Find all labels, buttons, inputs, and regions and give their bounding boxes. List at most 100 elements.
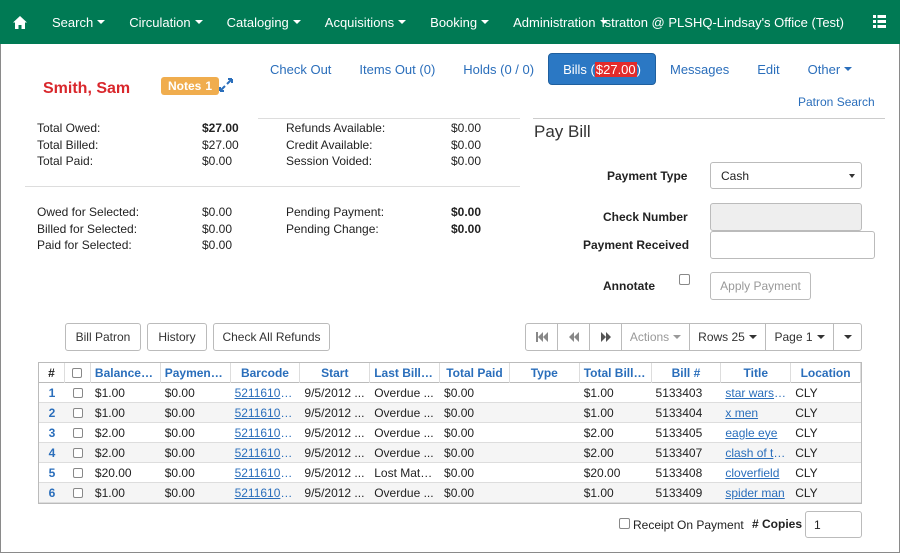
col-header-index: # (39, 362, 65, 383)
refunds-value: $0.00 (451, 121, 482, 135)
table-cell: Overdue ... (374, 385, 434, 400)
row-index: 3 (48, 425, 56, 440)
barcode-link[interactable]: 52116100... (231, 443, 301, 463)
history-button[interactable]: History (147, 323, 207, 351)
grid-header-row: # Balance Owed Payment Pending Barcode S… (39, 362, 862, 383)
title-link[interactable]: cloverfield (721, 463, 791, 483)
col-header-total-paid[interactable]: Total Paid (440, 362, 510, 383)
select-all-checkbox[interactable] (65, 362, 91, 383)
nav-booking[interactable]: Booking (418, 0, 501, 44)
table-cell: 5133407 (655, 445, 703, 460)
tab-other[interactable]: Other (794, 53, 867, 85)
title-link[interactable]: eagle eye (721, 423, 791, 443)
check-number-input[interactable] (710, 203, 862, 231)
col-header-payment-pending[interactable]: Payment Pending (161, 362, 231, 383)
nav-circulation[interactable]: Circulation (117, 0, 214, 44)
table-row[interactable]: 5 $20.00 $0.00 52116100... 9/5/2012 ... Lost … (39, 463, 861, 483)
title-link[interactable]: star wars ... (721, 383, 791, 403)
table-cell (510, 463, 580, 483)
home-icon[interactable] (0, 0, 40, 44)
table-cell: $2.00 (94, 425, 125, 440)
barcode-link[interactable]: 52116100... (231, 483, 301, 503)
row-checkbox[interactable] (65, 403, 91, 423)
check-all-refunds-button[interactable]: Check All Refunds (213, 323, 330, 351)
bill-patron-button[interactable]: Bill Patron (65, 323, 141, 351)
table-cell: $0.00 (164, 485, 195, 500)
divider (258, 118, 520, 119)
credit-label: Credit Available: (286, 138, 373, 152)
table-row[interactable]: 6 $1.00 $0.00 52116100... 9/5/2012 ... Overdu… (39, 483, 861, 503)
title-link[interactable]: x men (721, 403, 791, 423)
payment-type-label: Payment Type (607, 169, 688, 183)
table-cell: $2.00 (583, 425, 614, 440)
col-header-bill-number[interactable]: Bill # (652, 362, 722, 383)
apply-payment-button[interactable]: Apply Payment (710, 272, 811, 300)
first-page-icon[interactable] (526, 324, 558, 350)
tab-messages[interactable]: Messages (656, 53, 743, 85)
tab-items-out[interactable]: Items Out (0) (345, 53, 449, 85)
barcode-link[interactable]: 52116100... (231, 383, 301, 403)
payment-type-select[interactable]: Cash (710, 162, 862, 189)
column-options-dropdown[interactable] (834, 324, 861, 350)
table-cell: 9/5/2012 ... (304, 485, 365, 500)
table-cell: 9/5/2012 ... (304, 465, 365, 480)
col-header-last-billing-type[interactable]: Last Billing Type (370, 362, 441, 383)
table-cell: 5133408 (655, 465, 703, 480)
row-checkbox[interactable] (65, 383, 91, 403)
table-cell: CLY (795, 445, 818, 460)
page-dropdown[interactable]: Page 1 (766, 324, 834, 350)
row-checkbox[interactable] (65, 463, 91, 483)
pending-change-label: Pending Change: (286, 222, 379, 236)
col-header-balance-owed[interactable]: Balance Owed (91, 362, 161, 383)
col-header-barcode[interactable]: Barcode (231, 362, 301, 383)
bills-amount: $27.00 (594, 61, 637, 77)
barcode-link[interactable]: 52116100... (231, 403, 301, 423)
table-row[interactable]: 3 $2.00 $0.00 52116100... 9/5/2012 ... Overdu… (39, 423, 861, 443)
nav-search[interactable]: Search (40, 0, 117, 44)
billed-selected-value: $0.00 (202, 222, 233, 236)
pending-payment-label: Pending Payment: (286, 205, 385, 219)
barcode-link[interactable]: 52116100... (231, 463, 301, 483)
pay-bill-title: Pay Bill (534, 122, 591, 141)
tab-check-out[interactable]: Check Out (256, 53, 345, 85)
row-checkbox[interactable] (65, 443, 91, 463)
col-header-title[interactable]: Title (721, 362, 792, 383)
nav-cataloging[interactable]: Cataloging (215, 0, 313, 44)
col-header-total-billed[interactable]: Total Billed (580, 362, 652, 383)
next-page-icon[interactable] (590, 324, 622, 350)
table-cell: $0.00 (444, 385, 475, 400)
table-row[interactable]: 2 $1.00 $0.00 52116100... 9/5/2012 ... Overdu… (39, 403, 861, 423)
table-row[interactable]: 4 $2.00 $0.00 52116100... 9/5/2012 ... Overdu… (39, 443, 861, 463)
table-cell (510, 483, 580, 503)
annotate-checkbox[interactable] (679, 274, 690, 285)
nav-user-workstation[interactable]: lstratton @ PLSHQ-Lindsay's Office (Test… (602, 0, 844, 44)
table-cell: $1.00 (94, 385, 125, 400)
patron-search-link[interactable]: Patron Search (798, 95, 875, 109)
receipt-on-payment-checkbox[interactable] (619, 518, 630, 529)
tab-edit[interactable]: Edit (743, 53, 793, 85)
tab-holds[interactable]: Holds (0 / 0) (449, 53, 548, 85)
row-checkbox[interactable] (65, 483, 91, 503)
expand-icon[interactable] (218, 77, 234, 96)
col-header-type[interactable]: Type (510, 362, 580, 383)
notes-badge[interactable]: Notes 1 (161, 77, 220, 95)
nav-acquisitions[interactable]: Acquisitions (313, 0, 418, 44)
col-header-start[interactable]: Start (300, 362, 371, 383)
previous-page-icon[interactable] (558, 324, 590, 350)
tab-bills[interactable]: Bills ($27.00) (548, 53, 656, 85)
table-cell: 5133403 (655, 385, 703, 400)
table-cell: Overdue ... (374, 425, 434, 440)
title-link[interactable]: clash of th... (721, 443, 791, 463)
payment-received-input[interactable] (710, 231, 875, 259)
row-checkbox[interactable] (65, 423, 91, 443)
grid-menu-icon[interactable] (873, 15, 886, 31)
rows-dropdown[interactable]: Rows 25 (690, 324, 766, 350)
col-header-location[interactable]: Location (791, 362, 862, 383)
owed-selected-value: $0.00 (202, 205, 233, 219)
actions-dropdown[interactable]: Actions (622, 324, 690, 350)
table-row[interactable]: 1 $1.00 $0.00 52116100... 9/5/2012 ... Overdu… (39, 383, 861, 403)
title-link[interactable]: spider man (721, 483, 791, 503)
barcode-link[interactable]: 52116100... (231, 423, 301, 443)
copies-input[interactable]: 1 (805, 511, 862, 538)
total-paid-label: Total Paid: (37, 154, 94, 168)
